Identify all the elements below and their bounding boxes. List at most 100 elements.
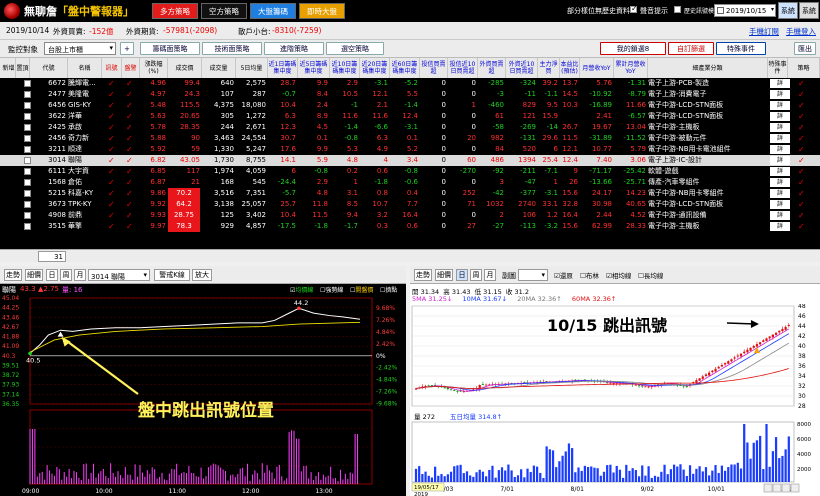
sub-chart-select[interactable]: ▾ [518,269,548,281]
sound-checkbox[interactable]: ✓ [630,4,638,13]
long-strategy-button[interactable]: 多方策略 [152,3,198,19]
chart-nav-button[interactable] [772,483,782,493]
tab-day[interactable]: 日 [456,269,468,281]
technical-strategy-button[interactable]: 技術面策略 [202,42,262,55]
tab-day[interactable]: 日 [46,269,58,281]
tab-month[interactable]: 月 [484,269,496,281]
column-header[interactable]: 近60日籌碼集中度 [390,58,420,78]
column-header[interactable]: 代號 [30,58,68,78]
short-ma-check[interactable]: ☑相均線 [606,270,631,280]
column-header[interactable]: 5日均量 [236,58,268,78]
column-header[interactable]: 成交量 [202,58,236,78]
stock-select[interactable]: 3014 聯陽 ▾ [88,269,150,281]
column-header[interactable]: 累計月營收YoY [614,58,648,78]
column-header[interactable]: 近5日籌碼集中度 [298,58,330,78]
open-price-check[interactable]: ☐開盤價 [350,285,373,294]
intraday-chart[interactable]: 45.04 44.25 43.46 42.67 41.88 41.09 40.3 39.51 3… [0,294,406,496]
special-event-button[interactable]: 詳 [770,211,790,220]
table-row[interactable]: 4908 前鼎 ✓ ✓ 9.93 28.75 125 3,402 10.4 11.5 9.4 3.2 1… [0,210,820,221]
column-header[interactable]: 月營收YoY [580,58,614,78]
column-header[interactable]: 投信近10日買賣超 [448,58,478,78]
advanced-strategy-button[interactable]: 進階策略 [264,42,324,55]
export-button[interactable]: 匯出 [794,42,816,55]
chart-nav-button[interactable] [790,483,800,493]
table-row[interactable]: 5215 科嘉-KY ✓ ✓ 9.86 70.2 3,516 7,351 -5.7 4.8 3.1 0… [0,188,820,199]
column-header[interactable]: 策略 [788,58,820,78]
custom-filter-button[interactable]: 自訂篩選 [668,42,714,55]
table-row[interactable]: 2456 奇力新 ✓ ✓ 5.88 90 3,463 24,554 30.7 0.1 -0.8 6.3… [0,133,820,144]
special-event-button[interactable]: 詳 [770,145,790,154]
special-event-button[interactable]: 詳 [770,200,790,209]
column-header[interactable]: 成交價 [168,58,202,78]
special-event-button[interactable]: 詳 [770,79,790,88]
special-event-button[interactable]: 詳 [770,222,790,231]
table-row[interactable]: 3211 順達 ✓ ✓ 5.92 59 1,330 5,247 17.6 9.9 5.3 4.9 5.2… [0,144,820,155]
column-header[interactable]: 外資買賣超 [478,58,506,78]
tab-trend[interactable]: 走勢 [414,269,432,281]
column-header[interactable]: 漲跌幅(%) [140,58,168,78]
mobile-login-link[interactable]: 手機登入 [786,26,816,37]
market-chips-button[interactable]: 大盤籌碼 [250,3,296,19]
column-header[interactable]: 近10日籌碼集中度 [330,58,360,78]
chart-nav-button[interactable] [781,483,791,493]
chart-nav-button[interactable] [763,483,773,493]
short-strategy-button[interactable]: 空方策略 [201,3,247,19]
table-row[interactable]: 2477 美隆電 ✓ ✓ 4.97 24.3 107 287 -0.7 8.4 10.5 12.1 5.… [0,89,820,100]
tab-trend[interactable]: 走勢 [4,269,22,281]
tab-week[interactable]: 周 [60,269,72,281]
column-header[interactable]: 盤警 [122,58,140,78]
system2-tab[interactable]: 系統2 [799,2,819,32]
date-checkbox[interactable]: ✓ [717,7,724,14]
column-header[interactable]: 近20日籌碼集中度 [360,58,390,78]
long-ma-check[interactable]: ☐長均線 [638,270,663,280]
tab-tick[interactable]: 細價 [435,269,453,281]
column-header[interactable]: 訊號 [102,58,122,78]
calendar-dropdown-icon[interactable]: ▾ [771,6,774,13]
my-list-button[interactable]: 我的鎖選8 [600,42,666,55]
table-row[interactable]: 3014 聯陽 ✓ ✓ 6.82 43.05 1,730 8,755 14.1 5.9 4.8 4 3.… [0,155,820,166]
column-header[interactable]: 近1日籌碼集中度 [268,58,298,78]
table-row[interactable]: 6456 GIS-KY ✓ ✓ 5.48 115.5 4,375 18,080 10.4 2.4 -… [0,100,820,111]
table-row[interactable]: 3673 TPK-KY ✓ ✓ 9.92 64.2 3,138 25,057 25.7 11.8 8… [0,199,820,210]
column-header[interactable]: 置頂 [16,58,30,78]
table-row[interactable]: 1568 倉佑 ✓ ✓ 6.87 21 168 545 -24.4 2.9 1 -1.8 -0.6 0 0 3… [0,177,820,188]
special-event-button[interactable]: 詳 [770,189,790,198]
column-header[interactable]: 投信買賣超 [420,58,448,78]
column-header[interactable]: 主力淨買 [538,58,560,78]
history-mode-checkbox[interactable] [674,6,681,13]
table-row[interactable]: 6672 騰輝電... ✓ ✓ 4.96 99.4 640 2,575 28.7 9.9 2.9 -3… [0,78,820,89]
column-header[interactable]: 外資近10日買賣超 [506,58,538,78]
column-header[interactable]: 新增 [2,58,16,78]
special-event-button[interactable]: 詳 [770,156,790,165]
column-header[interactable]: 名稱 [68,58,102,78]
add-button[interactable]: + [120,42,134,55]
special-event-button[interactable]: 詳 [770,167,790,176]
mobile-subscribe-link[interactable]: 手機訂閱 [749,26,779,37]
special-event-button[interactable]: 詳 [770,112,790,121]
table-row[interactable]: 2425 承啟 ✓ ✓ 5.78 28.35 244 2,671 12.3 4.5 -1.4 -6.6… [0,122,820,133]
squeeze-check[interactable]: ☐擠點 [380,285,397,294]
restore-check[interactable]: ☑還原 [554,270,573,280]
column-header[interactable]: 特殊事件 [768,58,788,78]
zoom-button[interactable]: 放大 [192,269,212,281]
strong-line-check[interactable]: ☐強勢線 [320,285,343,294]
tab-month[interactable]: 月 [74,269,86,281]
date-picker[interactable]: ✓ 2019/10/15 ▾ [714,4,776,17]
special-event-button[interactable]: 詳 [770,90,790,99]
avg-line-check[interactable]: ☑均價線 [290,285,313,294]
column-header[interactable]: 細產業分類 [648,58,768,78]
special-event-button[interactable]: 詳 [770,123,790,132]
chips-strategy-button[interactable]: 籌碼面策略 [140,42,200,55]
realtime-market-button[interactable]: 即時大盤 [299,3,345,19]
pick-short-strategy-button[interactable]: 選空策略 [326,42,384,55]
special-event-button[interactable]: 詳 [770,178,790,187]
table-row[interactable]: 3515 華擎 ✓ ✓ 9.97 78.3 929 4,857 -17.5 -1.8 -1.7 0.3… [0,221,820,232]
special-event-button[interactable]: 詳 [770,101,790,110]
monitor-select[interactable]: 台股上市櫃 ▾ [44,42,116,55]
tab-week[interactable]: 周 [470,269,482,281]
bollinger-check[interactable]: ☐布林 [580,270,599,280]
special-event-button[interactable]: 詳 [770,134,790,143]
table-row[interactable]: 6111 大宇資 ✓ ✓ 6.85 117 1,974 4,059 6 -0.8 0.2 0.6 -0.… [0,166,820,177]
table-row[interactable]: 3622 洋華 ✓ ✓ 5.63 20.65 305 1,272 6.3 8.9 11.6 11.6 1… [0,111,820,122]
alert-kline-button[interactable]: 警戒K線 [154,269,190,281]
